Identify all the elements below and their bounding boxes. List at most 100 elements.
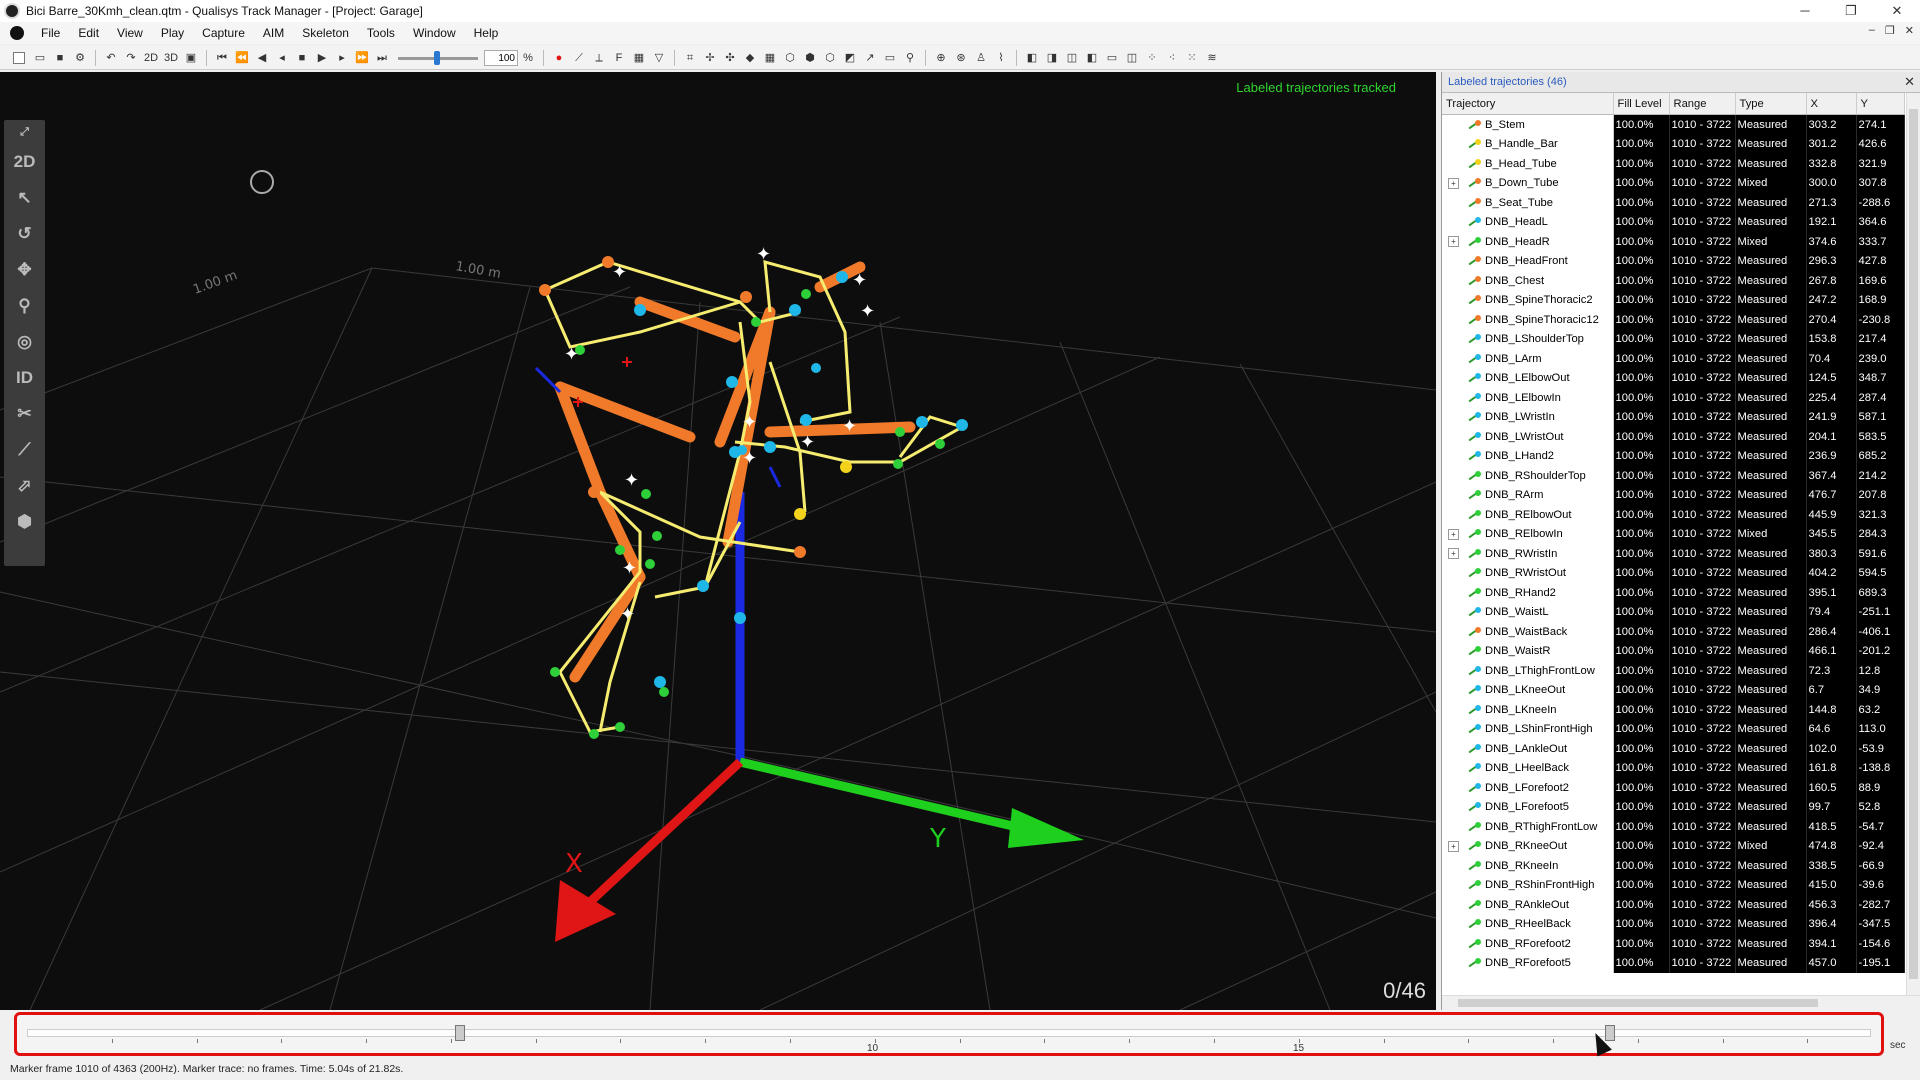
table-row[interactable]: DNB_RForefoot5 100.0% 1010 - 3722 Measured 4…	[1442, 953, 1905, 973]
filter-icon[interactable]: ▽	[651, 51, 667, 65]
settings-icon[interactable]: ⚙	[72, 51, 88, 65]
close-button[interactable]: ✕	[1874, 0, 1920, 22]
trajectory-name-cell[interactable]: DNB_RWristOut	[1442, 563, 1614, 583]
object-icon[interactable]: ⬢	[802, 51, 818, 65]
window-layout-4-icon[interactable]: ◧	[1084, 51, 1100, 65]
table-row[interactable]: B_Handle_Bar 100.0% 1010 - 3722 Measured 301…	[1442, 134, 1905, 154]
scrollbar-thumb[interactable]	[1458, 999, 1818, 1007]
trajectory-name-cell[interactable]: DNB_LElbowIn	[1442, 388, 1614, 408]
trajectory-name-cell[interactable]: DNB_RForefoot5	[1442, 953, 1614, 973]
table-row[interactable]: DNB_LElbowIn 100.0% 1010 - 3722 Measured 225…	[1442, 388, 1905, 408]
trajectory-name-cell[interactable]: DNB_LAnkleOut	[1442, 739, 1614, 759]
translate-tool-icon[interactable]: ✥	[4, 252, 45, 288]
trajectory-name-cell[interactable]: DNB_RAnkleOut	[1442, 895, 1614, 915]
window-layout-2-icon[interactable]: ◨	[1044, 51, 1060, 65]
mdi-close-icon[interactable]: ✕	[1905, 24, 1914, 37]
table-row[interactable]: DNB_RHand2 100.0% 1010 - 3722 Measured 395.1…	[1442, 583, 1905, 603]
table-row[interactable]: DNB_RForefoot2 100.0% 1010 - 3722 Measured 3…	[1442, 934, 1905, 954]
save-icon[interactable]: ■	[52, 51, 68, 65]
table-row[interactable]: DNB_HeadL 100.0% 1010 - 3722 Measured 192.1 3…	[1442, 212, 1905, 232]
table-row[interactable]: DNB_RAnkleOut 100.0% 1010 - 3722 Measured 45…	[1442, 895, 1905, 915]
step-forward-icon[interactable]: ▸	[334, 51, 350, 65]
col-trajectory[interactable]: Trajectory	[1442, 93, 1614, 115]
expand-icon[interactable]: +	[1448, 177, 1459, 189]
table-row[interactable]: DNB_RElbowOut 100.0% 1010 - 3722 Measured 44…	[1442, 505, 1905, 525]
marker-icon[interactable]: ⌗	[682, 51, 698, 65]
table-row[interactable]: DNB_LShinFrontHigh 100.0% 1010 - 3722 Measu…	[1442, 719, 1905, 739]
menu-help[interactable]: Help	[465, 26, 508, 40]
tool-2d-button[interactable]: 2D	[4, 144, 45, 180]
view-2d-button[interactable]: 2D	[143, 51, 159, 65]
bone-tool-icon[interactable]: ⟂	[591, 51, 607, 65]
trajectory-name-cell[interactable]: B_Seat_Tube	[1442, 193, 1614, 213]
cut-tool-icon[interactable]: ✂	[4, 396, 45, 432]
trajectory-name-cell[interactable]: DNB_RHand2	[1442, 583, 1614, 603]
trajectory-name-cell[interactable]: DNB_WaistL	[1442, 602, 1614, 622]
trajectory-name-cell[interactable]: DNB_LWristIn	[1442, 407, 1614, 427]
trajectory-name-cell[interactable]: DNB_LWristOut	[1442, 427, 1614, 447]
table-row[interactable]: DNB_RShoulderTop 100.0% 1010 - 3722 Measure…	[1442, 466, 1905, 486]
col-y[interactable]: Y	[1856, 93, 1905, 115]
trajectory-name-cell[interactable]: DNB_RHeelBack	[1442, 914, 1614, 934]
trajectory-name-cell[interactable]: DNB_LForefoot5	[1442, 797, 1614, 817]
table-row[interactable]: + DNB_HeadR 100.0% 1010 - 3722 Mixed 374.6 333…	[1442, 232, 1905, 252]
table-row[interactable]: DNB_RWristOut 100.0% 1010 - 3722 Measured 40…	[1442, 563, 1905, 583]
vector-icon[interactable]: ↗	[862, 51, 878, 65]
window-layout-3-icon[interactable]: ◫	[1064, 51, 1080, 65]
table-row[interactable]: DNB_WaistBack 100.0% 1010 - 3722 Measured 28…	[1442, 622, 1905, 642]
table-row[interactable]: DNB_LThighFrontLow 100.0% 1010 - 3722 Measu…	[1442, 661, 1905, 681]
trajectory-name-cell[interactable]: DNB_SpineThoracic2	[1442, 290, 1614, 310]
menu-window[interactable]: Window	[404, 26, 465, 40]
trajectory-name-cell[interactable]: DNB_LShoulderTop	[1442, 329, 1614, 349]
trajectory-name-cell[interactable]: DNB_LHand2	[1442, 446, 1614, 466]
step-forward-many-icon[interactable]: ⏩	[354, 51, 370, 65]
table-row[interactable]: DNB_WaistL 100.0% 1010 - 3722 Measured 79.4-…	[1442, 602, 1905, 622]
trajectory-name-cell[interactable]: + DNB_RElbowIn	[1442, 524, 1614, 544]
trajectory-name-cell[interactable]: DNB_LElbowOut	[1442, 368, 1614, 388]
tool-id-button[interactable]: ID	[4, 360, 45, 396]
expand-icon[interactable]: +	[1448, 548, 1459, 560]
redo-icon[interactable]: ↷	[123, 51, 139, 65]
table-row[interactable]: DNB_LForefoot5 100.0% 1010 - 3722 Measured 9…	[1442, 797, 1905, 817]
plot-icon[interactable]: ≋	[1204, 51, 1220, 65]
menu-edit[interactable]: Edit	[69, 26, 108, 40]
trajectory-name-cell[interactable]: DNB_HeadFront	[1442, 251, 1614, 271]
trajectory-name-cell[interactable]: DNB_RArm	[1442, 485, 1614, 505]
stop-icon[interactable]: ■	[294, 51, 310, 65]
mdi-minimize-icon[interactable]: –	[1869, 24, 1875, 37]
table-row[interactable]: DNB_SpineThoracic2 100.0% 1010 - 3722 Measu…	[1442, 290, 1905, 310]
trajectory-name-cell[interactable]: + DNB_RWristIn	[1442, 544, 1614, 564]
col-type[interactable]: Type	[1735, 93, 1807, 115]
trajectory-name-cell[interactable]: DNB_RElbowOut	[1442, 505, 1614, 525]
go-first-icon[interactable]: ⏮	[214, 51, 230, 65]
slider-knob[interactable]	[434, 50, 440, 65]
collapse-icon[interactable]: ⤢	[4, 120, 45, 144]
table-row[interactable]: DNB_Chest 100.0% 1010 - 3722 Measured 267.8 1…	[1442, 271, 1905, 291]
table-row[interactable]: DNB_RShinFrontHigh 100.0% 1010 - 3722 Measu…	[1442, 875, 1905, 895]
grid-icon[interactable]: ▦	[631, 51, 647, 65]
table-row[interactable]: DNB_LShoulderTop 100.0% 1010 - 3722 Measure…	[1442, 329, 1905, 349]
camera-view-icon[interactable]: ◩	[842, 51, 858, 65]
col-fill-level[interactable]: Fill Level	[1613, 93, 1670, 115]
cube-icon[interactable]: ⬡	[782, 51, 798, 65]
table-row[interactable]: DNB_LWristIn 100.0% 1010 - 3722 Measured 241…	[1442, 407, 1905, 427]
trajectory-name-cell[interactable]: DNB_HeadL	[1442, 212, 1614, 232]
mdi-restore-icon[interactable]: ❐	[1885, 24, 1895, 37]
trajectory-name-cell[interactable]: DNB_SpineThoracic12	[1442, 310, 1614, 330]
trajectory-name-cell[interactable]: B_Handle_Bar	[1442, 134, 1614, 154]
marker-display-icon[interactable]: ⁘	[1144, 51, 1160, 65]
trajectory-name-cell[interactable]: DNB_LArm	[1442, 349, 1614, 369]
trajectory-name-cell[interactable]: DNB_LForefoot2	[1442, 778, 1614, 798]
minimize-button[interactable]: ─	[1782, 0, 1828, 22]
col-range[interactable]: Range	[1669, 93, 1736, 115]
maximize-button[interactable]: ❐	[1828, 0, 1874, 22]
trajectory-name-cell[interactable]: B_Head_Tube	[1442, 154, 1614, 174]
person-icon[interactable]: ♙	[973, 51, 989, 65]
scrollbar-thumb[interactable]	[1909, 109, 1918, 979]
new-file-icon[interactable]	[13, 51, 25, 64]
fill-icon[interactable]: F	[611, 51, 627, 65]
table-row[interactable]: DNB_LElbowOut 100.0% 1010 - 3722 Measured 12…	[1442, 368, 1905, 388]
crosshair-icon[interactable]: ⊕	[933, 51, 949, 65]
menu-aim[interactable]: AIM	[254, 26, 293, 40]
table-row[interactable]: DNB_LHand2 100.0% 1010 - 3722 Measured 236.9…	[1442, 446, 1905, 466]
